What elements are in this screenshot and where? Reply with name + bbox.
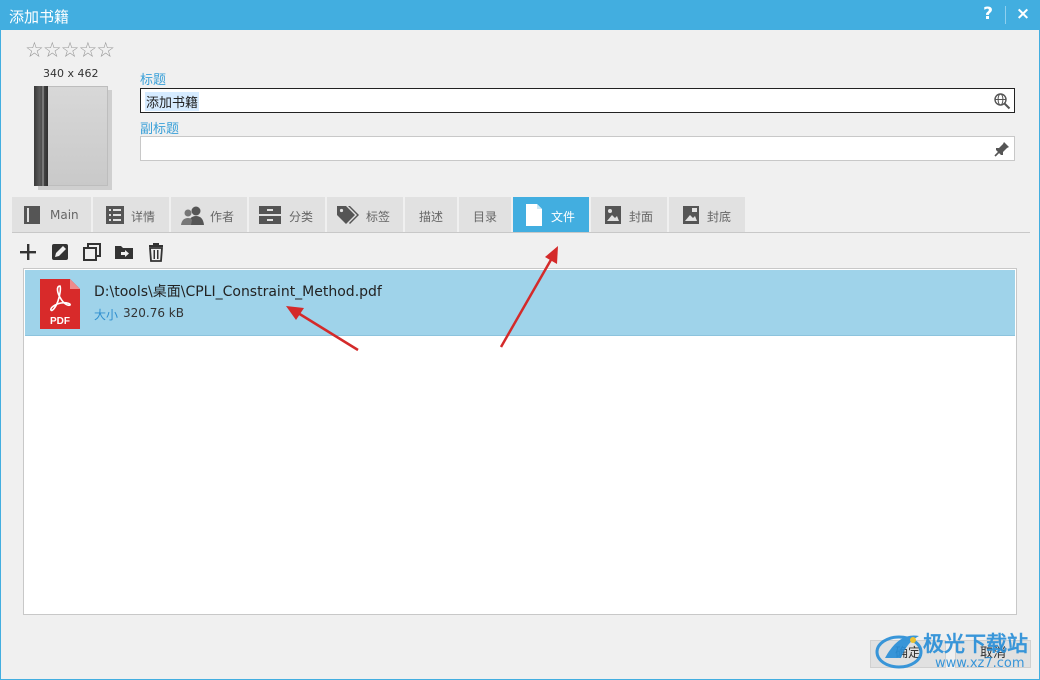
file-list[interactable]: PDF D:\tools\桌面\CPLI_Constraint_Method.p… [23, 268, 1017, 615]
tab-label: 分类 [289, 210, 314, 224]
watermark-logo-icon [875, 635, 923, 669]
pdf-badge-text: PDF [50, 316, 70, 327]
pdf-file-icon: PDF [40, 279, 80, 329]
help-button[interactable]: ? [978, 4, 998, 24]
tab-label: 文件 [551, 210, 576, 224]
tab-main[interactable]: Main [12, 197, 92, 233]
subtitle-input[interactable] [140, 136, 1015, 161]
file-size-label: 大小 [94, 308, 119, 322]
tab-label: Main [50, 208, 79, 222]
list-icon [106, 206, 124, 224]
pin-icon[interactable] [993, 140, 1011, 158]
close-button[interactable]: × [1013, 4, 1033, 24]
copy-icon[interactable] [82, 242, 102, 262]
image-icon [605, 206, 621, 224]
tab-toc[interactable]: 目录 [459, 197, 512, 233]
tab-details[interactable]: 详情 [93, 197, 170, 233]
cover-spine [34, 86, 48, 186]
title-input[interactable]: 添加书籍 [140, 88, 1015, 113]
tab-divider [12, 232, 1030, 233]
tab-categories[interactable]: 分类 [249, 197, 326, 233]
add-icon[interactable] [18, 242, 38, 262]
tab-label: 封面 [629, 210, 654, 224]
tab-back-cover[interactable]: 封底 [669, 197, 746, 233]
image-back-icon [683, 206, 699, 224]
file-list-item[interactable]: PDF D:\tools\桌面\CPLI_Constraint_Method.p… [25, 270, 1015, 336]
watermark-main-text: 极光下载站 [923, 632, 1028, 656]
move-folder-icon[interactable] [114, 242, 134, 262]
tab-label: 标签 [366, 210, 391, 224]
tab-description[interactable]: 描述 [405, 197, 458, 233]
file-path: D:\tools\桌面\CPLI_Constraint_Method.pdf [94, 284, 382, 300]
tab-tags[interactable]: 标签 [327, 197, 404, 233]
tab-label: 作者 [210, 210, 235, 224]
window-title: 添加书籍 [9, 8, 70, 26]
delete-icon[interactable] [146, 242, 166, 262]
tab-label: 详情 [131, 210, 156, 224]
file-size: 320.76 kB [123, 306, 184, 320]
people-icon [181, 206, 204, 225]
tab-label: 目录 [473, 210, 498, 224]
tab-authors[interactable]: 作者 [171, 197, 248, 233]
titlebar-divider [1005, 6, 1006, 24]
edit-icon[interactable] [50, 242, 70, 262]
rating-stars[interactable]: ☆☆☆☆☆ [25, 38, 115, 62]
tab-label: 封底 [707, 210, 732, 224]
title-value: 添加书籍 [145, 92, 200, 111]
search-globe-icon[interactable] [993, 92, 1011, 110]
cover-spine-line [42, 86, 44, 186]
watermark: 极光下载站 www.xz7.com [873, 626, 1038, 676]
tab-front-cover[interactable]: 封面 [591, 197, 668, 233]
file-icon [526, 204, 542, 226]
drawer-icon [259, 206, 281, 224]
tag-icon [337, 206, 359, 224]
cover-dimensions: 340 x 462 [43, 67, 99, 80]
subtitle-label: 副标题 [140, 122, 180, 137]
bookmark-icon [24, 206, 40, 224]
book-cover-thumbnail[interactable] [34, 86, 112, 190]
tab-label: 描述 [419, 210, 444, 224]
tab-files[interactable]: 文件 [513, 197, 590, 233]
title-bar: 添加书籍 ? × [0, 0, 1040, 30]
title-label: 标题 [140, 73, 167, 88]
watermark-sub-text: www.xz7.com [935, 656, 1025, 671]
